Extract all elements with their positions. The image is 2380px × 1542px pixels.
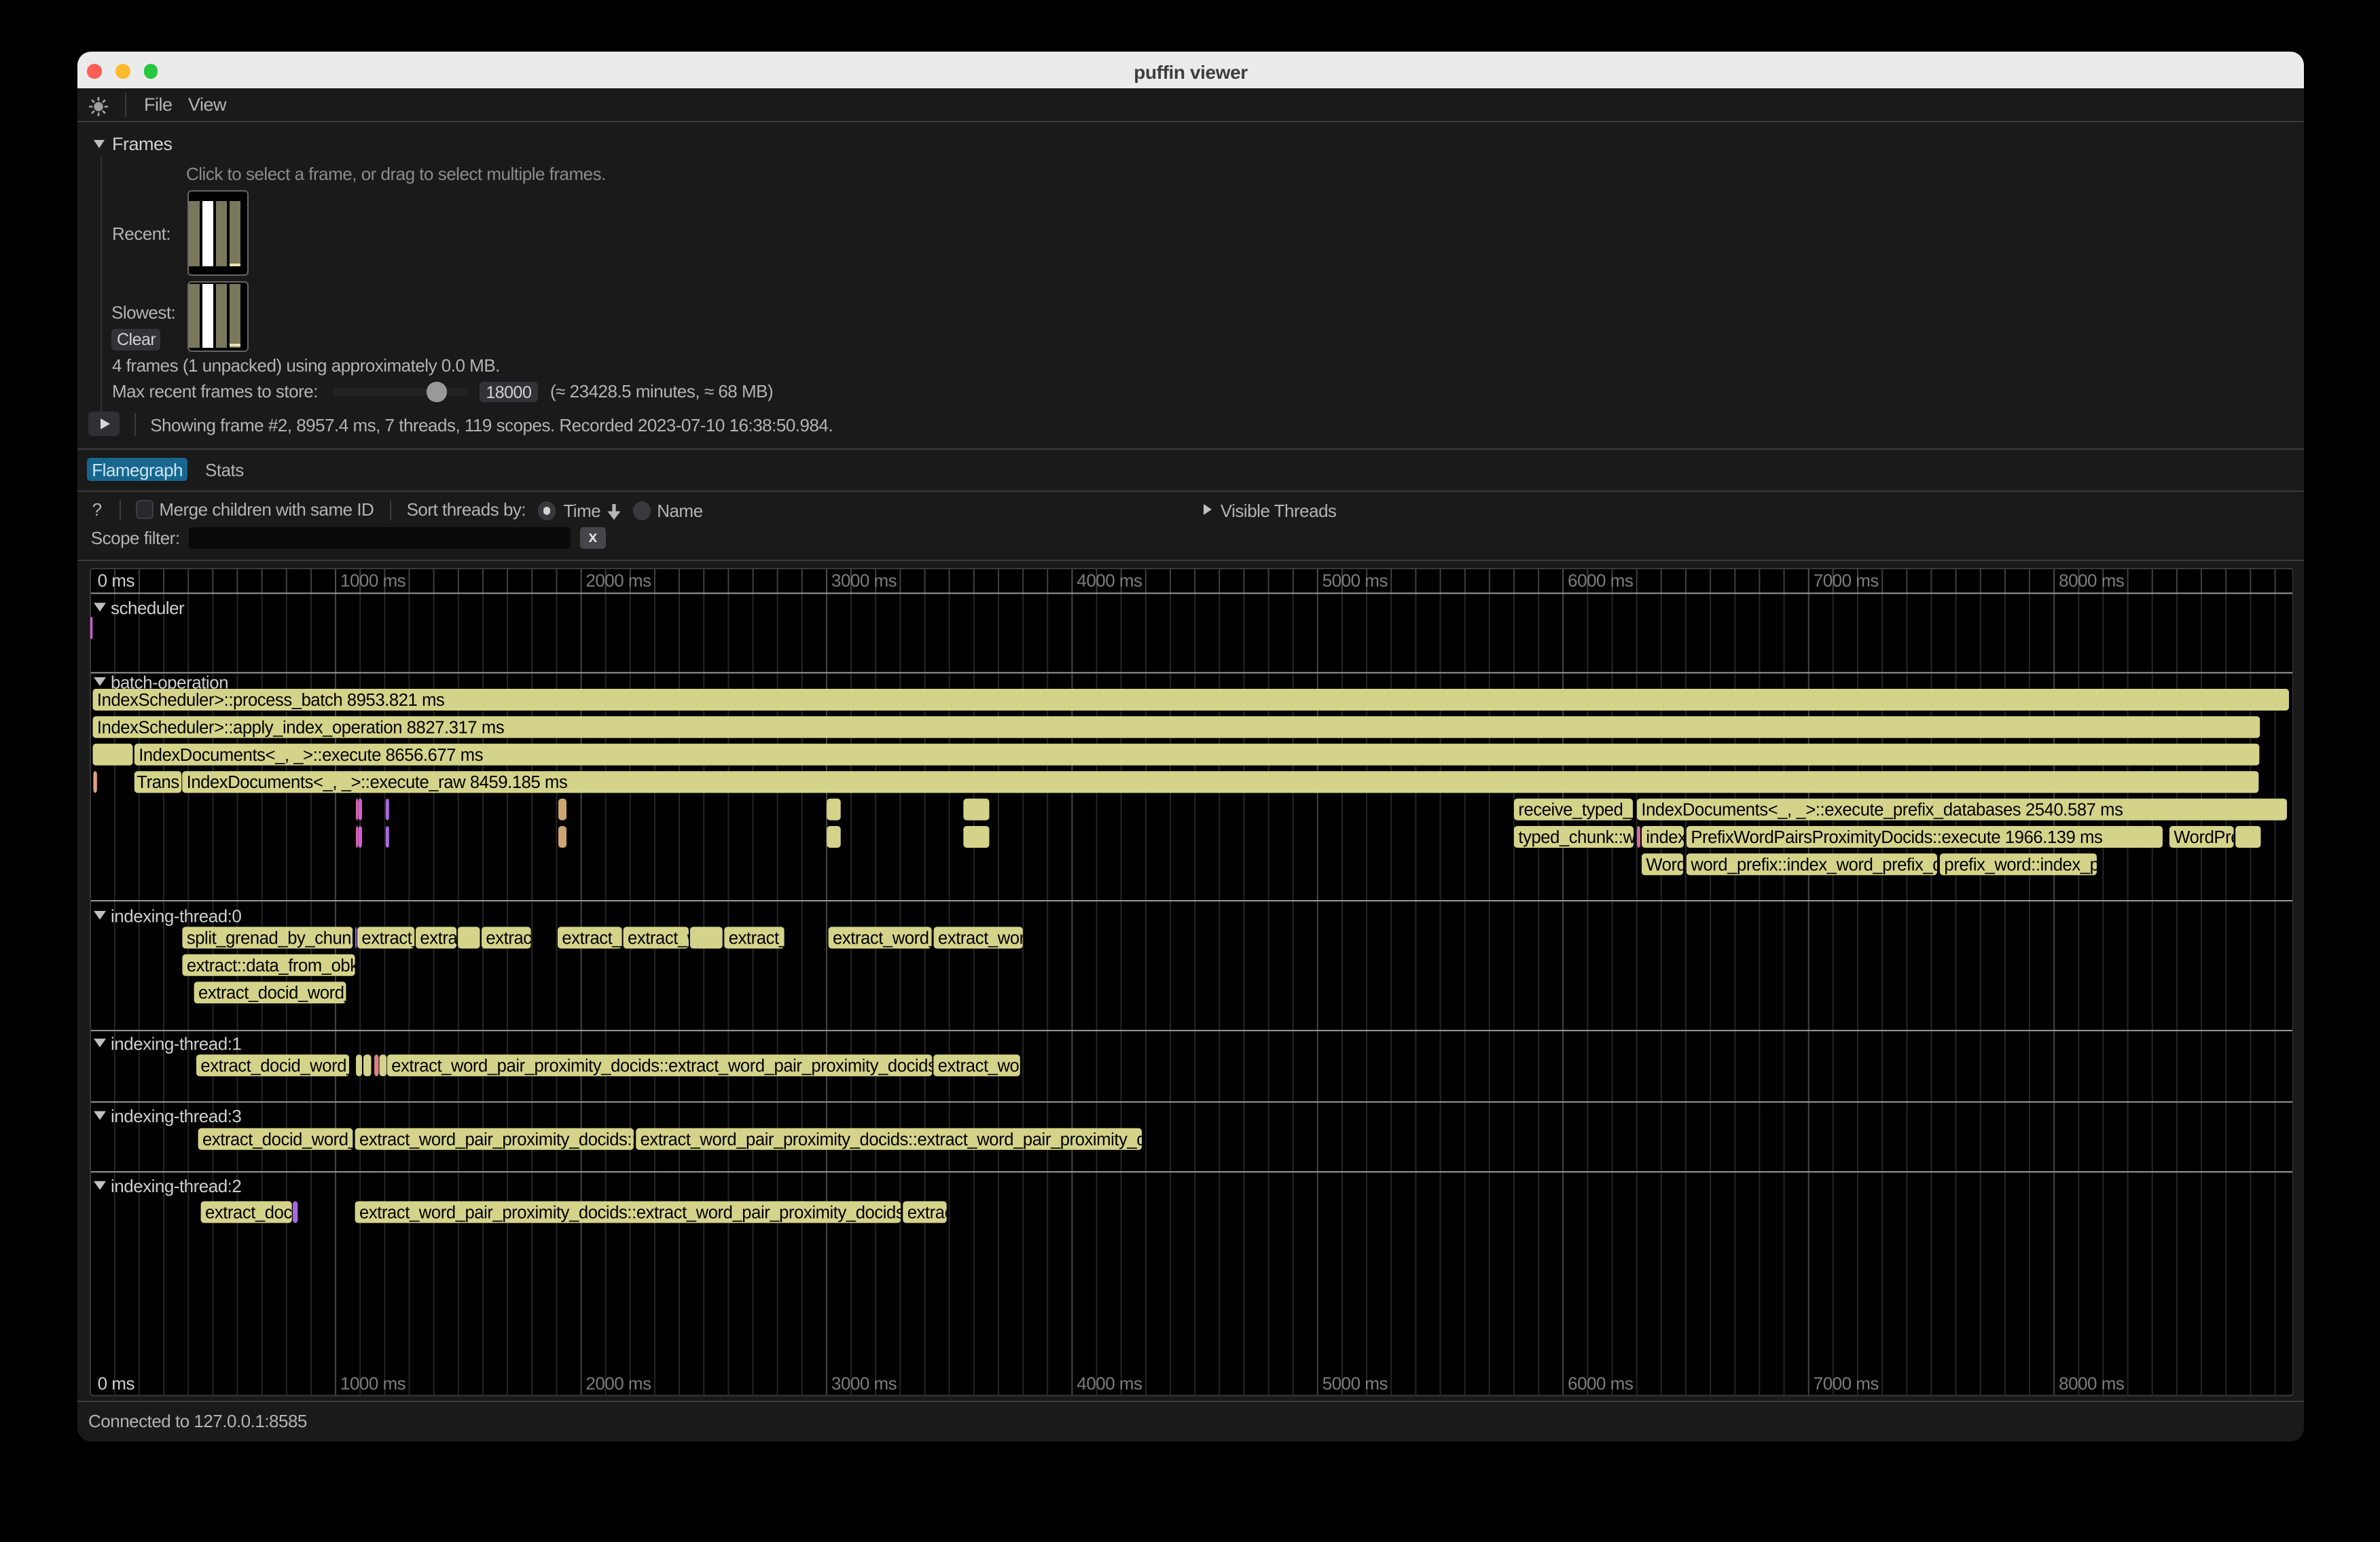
svg-text:4000 ms: 4000 ms xyxy=(1076,571,1142,591)
svg-text:4000 ms: 4000 ms xyxy=(1076,1374,1142,1394)
svg-text:6000 ms: 6000 ms xyxy=(1567,1374,1633,1394)
svg-text:indexing-thread:0: indexing-thread:0 xyxy=(110,906,240,927)
svg-text:IndexScheduler>::process_batch: IndexScheduler>::process_batch 8953.821 … xyxy=(96,692,444,711)
svg-text:scheduler: scheduler xyxy=(110,598,184,618)
svg-text:IndexDocuments<_, _>::execute_: IndexDocuments<_, _>::execute_raw 8459.1… xyxy=(186,774,567,793)
svg-text:split_grenad_by_chunks: split_grenad_by_chunks xyxy=(186,929,367,948)
svg-text:1000 ms: 1000 ms xyxy=(340,1374,405,1394)
svg-text:3000 ms: 3000 ms xyxy=(831,1374,897,1394)
svg-text:5000 ms: 5000 ms xyxy=(1322,1374,1388,1394)
svg-text:2000 ms: 2000 ms xyxy=(585,571,651,591)
svg-text:indexing-thread:3: indexing-thread:3 xyxy=(110,1107,240,1127)
svg-text:IndexDocuments<_, _>::execute: IndexDocuments<_, _>::execute 8656.677 m… xyxy=(138,746,482,765)
svg-text:8000 ms: 8000 ms xyxy=(2058,1374,2124,1394)
svg-text:7000 ms: 7000 ms xyxy=(1813,1374,1879,1394)
svg-text:2000 ms: 2000 ms xyxy=(585,1374,651,1394)
svg-text:IndexScheduler>::apply_index_o: IndexScheduler>::apply_index_operation 8… xyxy=(96,719,503,738)
svg-text:6000 ms: 6000 ms xyxy=(1567,571,1633,591)
svg-text:7000 ms: 7000 ms xyxy=(1813,571,1879,591)
svg-text:PrefixWordPairsProximityDocids: PrefixWordPairsProximityDocids::execute … xyxy=(1690,829,2102,848)
svg-text:0 ms: 0 ms xyxy=(97,571,134,591)
svg-text:3000 ms: 3000 ms xyxy=(831,571,897,591)
svg-text:indexing-thread:1: indexing-thread:1 xyxy=(110,1034,240,1054)
svg-text:extract_word_pair_proximity_do: extract_word_pair_proximity_docids::ext xyxy=(359,1130,658,1149)
svg-text:8000 ms: 8000 ms xyxy=(2058,571,2124,591)
svg-text:1000 ms: 1000 ms xyxy=(340,571,405,591)
svg-text:indexing-thread:2: indexing-thread:2 xyxy=(110,1177,240,1197)
svg-text:Trans: Trans xyxy=(136,774,178,793)
svg-text:0 ms: 0 ms xyxy=(97,1374,134,1394)
svg-text:IndexDocuments<_, _>::execute_: IndexDocuments<_, _>::execute_prefix_dat… xyxy=(1640,801,2122,820)
svg-text:5000 ms: 5000 ms xyxy=(1322,571,1388,591)
